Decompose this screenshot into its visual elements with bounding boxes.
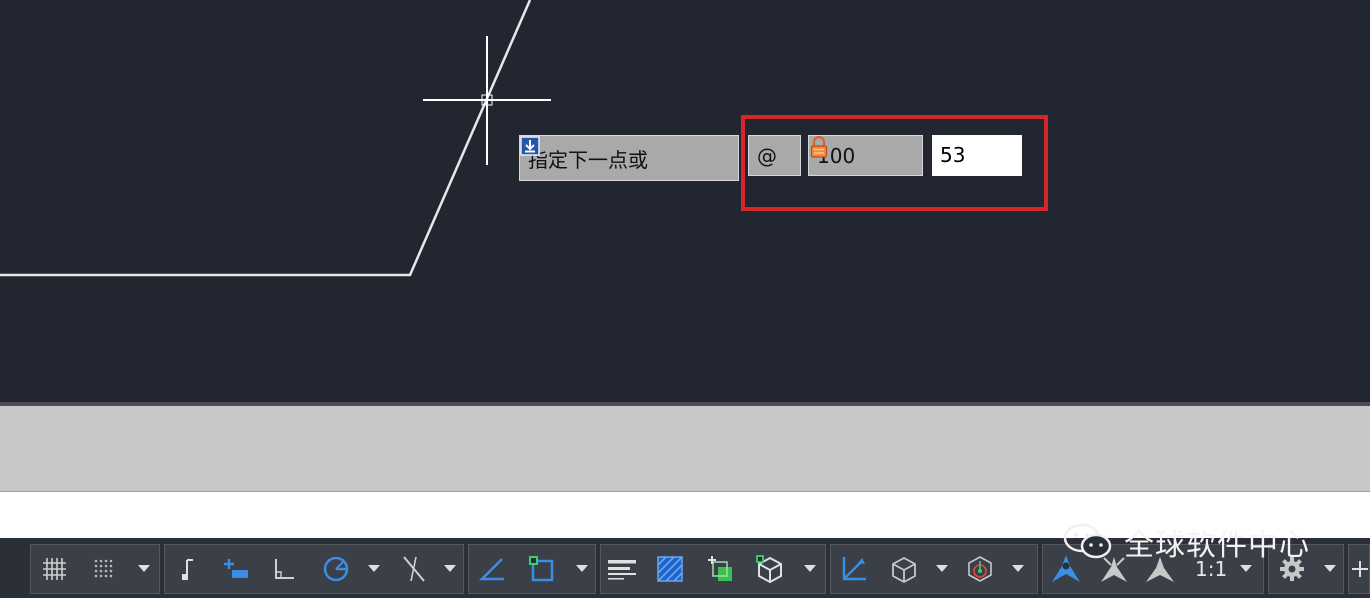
gizmo-icon <box>968 556 992 582</box>
chevron-down-icon <box>1240 565 1252 572</box>
gizmo-dropdown-arrow[interactable] <box>1009 545 1027 593</box>
selection-cycling-icon <box>708 556 732 581</box>
customization-button[interactable] <box>1345 545 1370 593</box>
down-arrow-menu-icon[interactable] <box>520 136 540 156</box>
transparency-icon <box>657 556 683 582</box>
grid-button[interactable] <box>35 545 73 593</box>
object-snap-button[interactable] <box>523 545 561 593</box>
command-history-area <box>0 406 1370 492</box>
2d-object-snap-icon <box>529 556 554 582</box>
dynamic-ucs-icon <box>842 557 866 581</box>
selection-filter-icon <box>892 556 916 584</box>
selection-cycling-button[interactable] <box>701 545 739 593</box>
workspace-dropdown-arrow[interactable] <box>1321 545 1339 593</box>
chevron-down-icon <box>444 565 456 572</box>
lineweight-icon <box>608 560 636 580</box>
polar-dropdown-arrow[interactable] <box>365 545 383 593</box>
osnap-dropdown-arrow[interactable] <box>573 545 591 593</box>
isodraft-button[interactable] <box>395 545 433 593</box>
snap-dropdown-arrow[interactable] <box>135 545 153 593</box>
grid-icon <box>43 558 66 580</box>
chevron-down-icon <box>138 565 150 572</box>
plus-icon <box>1352 561 1368 577</box>
drawing-canvas[interactable]: 指定下一点或 @ 100 53 <box>0 0 1370 402</box>
isodraft-icon <box>403 556 425 582</box>
chevron-down-icon <box>576 565 588 572</box>
chevron-down-icon <box>368 565 380 572</box>
dynamic-input-icon <box>224 559 248 578</box>
chevron-down-icon <box>1324 565 1336 572</box>
display-group <box>600 544 826 594</box>
polar-tracking-icon <box>323 556 349 582</box>
gizmo-button[interactable] <box>961 545 999 593</box>
wechat-logo-icon <box>1063 523 1112 559</box>
transparency-button[interactable] <box>651 545 689 593</box>
watermark-text: 全球软件中心 <box>1124 528 1310 563</box>
chevron-down-icon <box>804 565 816 572</box>
snap-mode-button[interactable] <box>85 545 123 593</box>
grid-snap-group <box>30 544 160 594</box>
snap-grid-icon <box>94 559 113 578</box>
ucs-group <box>830 544 1038 594</box>
object-snap-tracking-button[interactable] <box>473 545 511 593</box>
dynamic-ucs-button[interactable] <box>835 545 873 593</box>
dynamic-input-prompt: 指定下一点或 <box>519 135 739 181</box>
customization-group <box>1348 544 1370 594</box>
highlight-box <box>741 115 1048 211</box>
prompt-label: 指定下一点或 <box>528 148 648 172</box>
3d-osnap-button[interactable] <box>751 545 789 593</box>
dynamic-input-button[interactable] <box>217 545 255 593</box>
3d-object-snap-icon <box>756 555 782 584</box>
polyline-segment <box>0 0 532 277</box>
chevron-down-icon <box>936 565 948 572</box>
polar-tracking-button[interactable] <box>317 545 355 593</box>
drawing-geometry <box>0 0 551 277</box>
ortho-mode-button[interactable] <box>265 545 303 593</box>
drafting-group <box>164 544 464 594</box>
filter-dropdown-arrow[interactable] <box>933 545 951 593</box>
tracking-group <box>468 544 596 594</box>
selection-filter-button[interactable] <box>885 545 923 593</box>
chevron-down-icon <box>1012 565 1024 572</box>
object-snap-tracking-icon <box>478 558 504 581</box>
lineweight-button[interactable] <box>603 545 641 593</box>
ortho-icon <box>275 559 294 579</box>
isodraft-dropdown-arrow[interactable] <box>441 545 459 593</box>
3d-osnap-dropdown-arrow[interactable] <box>801 545 819 593</box>
infer-constraints-icon <box>182 559 193 580</box>
infer-constraints-button[interactable] <box>169 545 207 593</box>
